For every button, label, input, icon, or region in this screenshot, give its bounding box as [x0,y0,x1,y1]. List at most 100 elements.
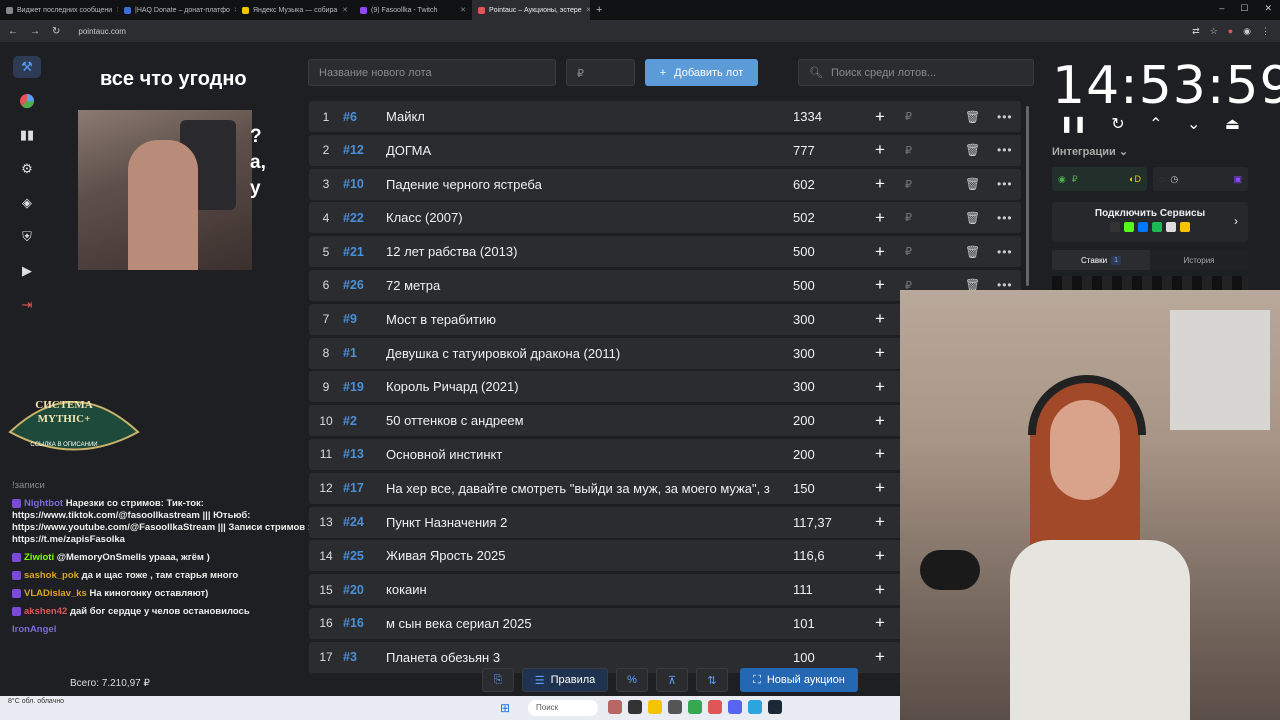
add-bid-icon[interactable]: + [875,174,885,194]
lot-price-input[interactable]: ₽ [566,59,635,86]
lot-id[interactable]: #25 [343,549,386,563]
reload-button[interactable]: ↻ [52,26,60,37]
lot-name[interactable]: 72 метра [386,278,783,293]
rules-button[interactable]: ☰ Правила [522,668,608,692]
integration-active[interactable]: ◉ ₽ ◐D [1052,167,1147,191]
trash-icon[interactable]: 🗑︎ [965,143,980,157]
more-icon[interactable]: ••• [997,211,1013,225]
lot-id[interactable]: #1 [343,346,386,360]
add-bid-icon[interactable]: + [875,512,885,532]
integrations-toggle[interactable]: Интеграции ⌄ [1052,145,1128,158]
lot-id[interactable]: #19 [343,380,386,394]
lot-id[interactable]: #10 [343,177,386,191]
lot-amount[interactable]: 150 [783,481,853,496]
tab-close-icon[interactable]: ✕ [342,6,348,14]
lot-amount[interactable]: 100 [783,650,853,665]
add-bid-icon[interactable]: + [875,107,885,127]
add-bid-icon[interactable]: + [875,444,885,464]
add-bid-icon[interactable]: + [875,647,885,667]
more-icon[interactable]: ••• [997,177,1013,191]
lot-name[interactable]: Падение черного ястреба [386,177,783,192]
layers-icon[interactable]: ◈ [13,192,41,214]
lot-amount[interactable]: 200 [783,447,853,462]
add-bid-icon[interactable]: + [875,411,885,431]
lot-amount[interactable]: 101 [783,616,853,631]
lot-id[interactable]: #12 [343,143,386,157]
lot-amount[interactable]: 111 [783,582,853,597]
weather-widget[interactable]: 8°C обл. облачно [8,698,64,705]
menu-icon[interactable]: ⋮ [1261,26,1270,37]
lot-name[interactable]: 12 лет рабства (2013) [386,244,783,259]
lot-id[interactable]: #17 [343,481,386,495]
tab-bets[interactable]: Ставки 1 [1052,250,1150,270]
app-icon[interactable] [628,700,642,714]
lot-amount[interactable]: 300 [783,346,853,361]
lot-name[interactable]: Пункт Назначения 2 [386,515,783,530]
lot-id[interactable]: #22 [343,211,386,225]
lot-id[interactable]: #24 [343,515,386,529]
shield-icon[interactable]: ⛨ [13,226,41,248]
lot-name[interactable]: 50 оттенков с андреем [386,413,783,428]
new-tab-button[interactable]: + [590,4,608,16]
lot-name[interactable]: кокаин [386,582,783,597]
lot-amount[interactable]: 300 [783,379,853,394]
app-icon[interactable] [668,700,682,714]
auction-icon[interactable]: ⚒ [13,56,41,78]
lot-id[interactable]: #20 [343,583,386,597]
telegram-icon[interactable] [748,700,762,714]
lot-amount[interactable]: 300 [783,312,853,327]
trash-icon[interactable]: 🗑︎ [965,211,980,225]
lot-id[interactable]: #13 [343,447,386,461]
chrome-icon[interactable] [688,700,702,714]
add-bid-icon[interactable]: + [875,613,885,633]
browser-tab[interactable]: Яндекс Музыка — собира ✕ [236,0,354,20]
browser-tab[interactable]: Виджет последних сообщени✕ [0,0,118,20]
integration-inactive[interactable]: ◌ ◷ ▣ [1153,167,1248,191]
lot-id[interactable]: #6 [343,110,386,124]
trash-icon[interactable]: 🗑︎ [965,245,980,259]
back-button[interactable]: ← [8,26,18,37]
lot-name[interactable]: Класс (2007) [386,210,783,225]
pause-icon[interactable]: ❚❚ [1060,114,1087,134]
lot-name[interactable]: м сын века сериал 2025 [386,616,783,631]
app-icon[interactable] [708,700,722,714]
percent-button[interactable]: % [616,668,648,692]
lot-amount[interactable]: 116,6 [783,548,853,563]
stats-icon[interactable]: ▮▮ [13,124,41,146]
add-bid-icon[interactable]: + [875,580,885,600]
add-bid-icon[interactable]: + [875,546,885,566]
chevron-up-icon[interactable]: ⌃ [1149,114,1162,134]
discord-icon[interactable] [728,700,742,714]
collapse-icon[interactable]: ⏏ [1225,114,1240,134]
lot-amount[interactable]: 117,37 [783,515,853,530]
reset-icon[interactable]: ↻ [1111,114,1124,134]
lot-id[interactable]: #9 [343,312,386,326]
lot-list-scrollbar[interactable] [1026,106,1029,286]
add-bid-icon[interactable]: + [875,275,885,295]
lot-amount[interactable]: 1334 [783,109,853,124]
lot-name[interactable]: Живая Ярость 2025 [386,548,783,563]
windows-start-icon[interactable]: ⊞ [500,701,510,715]
steam-icon[interactable] [768,700,782,714]
more-icon[interactable]: ••• [997,110,1013,124]
lot-name[interactable]: На хер все, давайте смотреть "выйди за м… [386,481,783,496]
close-button[interactable]: ✕ [1264,3,1272,14]
translate-icon[interactable]: ⇄ [1192,26,1200,37]
lot-name[interactable]: Основной инстинкт [386,447,783,462]
lot-id[interactable]: #26 [343,278,386,292]
media-icon[interactable]: ▶ [13,260,41,282]
lot-id[interactable]: #16 [343,616,386,630]
lot-name[interactable]: Мост в терабитию [386,312,783,327]
logout-icon[interactable]: ⇥ [13,294,41,316]
star-icon[interactable]: ☆ [1210,26,1218,37]
add-bid-icon[interactable]: + [875,242,885,262]
trash-icon[interactable]: 🗑︎ [965,177,980,191]
profile-icon[interactable]: ◉ [1243,26,1251,37]
sort-icon[interactable]: ⇅ [696,668,728,692]
app-icon[interactable] [608,700,622,714]
lot-amount[interactable]: 500 [783,278,853,293]
add-bid-icon[interactable]: + [875,343,885,363]
lot-id[interactable]: #3 [343,650,386,664]
tab-close-icon[interactable]: ✕ [460,6,466,14]
more-icon[interactable]: ••• [997,245,1013,259]
